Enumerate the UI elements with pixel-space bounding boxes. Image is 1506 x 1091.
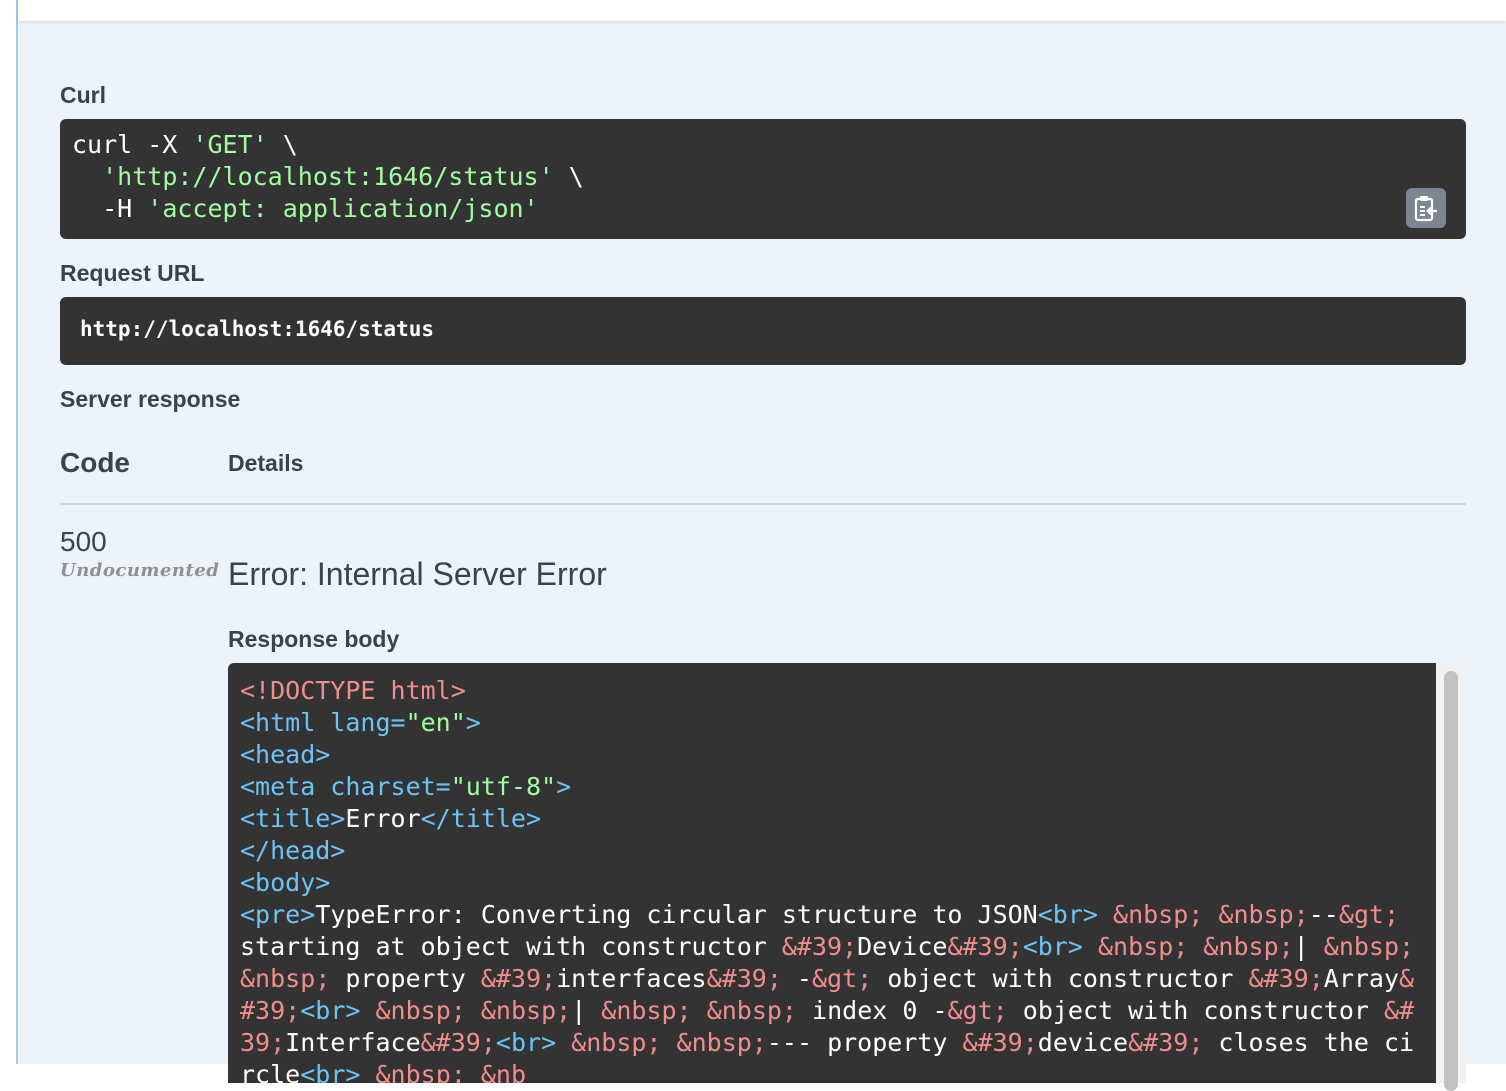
response-body-token: <br> xyxy=(1022,932,1083,961)
undocumented-note: Undocumented xyxy=(60,560,220,581)
response-body-token xyxy=(1188,932,1203,961)
response-body-token: &nbsp; xyxy=(1323,932,1415,961)
request-url-label: Request URL xyxy=(60,260,205,286)
response-body-token: <br> xyxy=(300,996,361,1025)
scrollbar-thumb[interactable] xyxy=(1444,671,1458,1091)
response-body-token: Error xyxy=(345,804,421,833)
response-body-token: Interface xyxy=(285,1028,421,1057)
error-title: Error: Internal Server Error xyxy=(228,556,607,592)
response-body-token: > xyxy=(556,772,572,801)
response-body-token: "utf-8" xyxy=(450,772,557,801)
response-body-scrollbar[interactable] xyxy=(1436,663,1466,1091)
response-body-token: &nbsp; xyxy=(676,1028,767,1057)
response-body-token xyxy=(360,996,375,1025)
curl-label: Curl xyxy=(60,82,106,108)
response-body-token xyxy=(556,1028,571,1057)
response-body-token: &nbsp; xyxy=(1113,900,1204,929)
response-body-token: &nbsp; xyxy=(571,1028,662,1057)
response-body-token: &#39; xyxy=(706,964,782,993)
response-body-token: | xyxy=(571,996,602,1025)
response-body-token: interfaces xyxy=(556,964,707,993)
response-body-token: &#39; xyxy=(947,932,1023,961)
response-body-token: <html lang= xyxy=(240,708,406,737)
response-body-token xyxy=(1083,932,1098,961)
server-response-label: Server response xyxy=(60,386,241,412)
response-body-token xyxy=(1098,900,1113,929)
response-body-token xyxy=(1414,932,1429,961)
response-body-token: &gt; xyxy=(811,964,873,993)
response-body-token: &nbsp; xyxy=(480,996,572,1025)
response-body-token: </title> xyxy=(420,804,542,833)
response-body-token: object with constructor xyxy=(872,964,1249,993)
response-body-token: > xyxy=(465,708,481,737)
response-body-token: &nbsp; xyxy=(601,996,692,1025)
response-body-token: &nbsp; xyxy=(375,996,466,1025)
response-body-text: <!DOCTYPE html> <html lang="en"> <head> … xyxy=(240,675,1422,1083)
response-body-token: &#39; xyxy=(420,1028,496,1057)
response-body-token: object with constructor xyxy=(1007,996,1385,1025)
response-body-token: index 0 - xyxy=(796,996,948,1025)
response-body-token xyxy=(1203,900,1218,929)
response-body-token: &#39; xyxy=(1248,964,1324,993)
response-body-token: <meta charset= xyxy=(240,772,451,801)
response-body-token: &nbsp; xyxy=(375,1060,466,1083)
request-url-block: http://localhost:1646/status xyxy=(60,297,1466,365)
response-body-token: &nbsp; xyxy=(1203,932,1294,961)
curl-code-block[interactable]: curl -X 'GET' \ 'http://localhost:1646/s… xyxy=(60,119,1466,239)
response-body-token: &#39; xyxy=(480,964,557,993)
response-body-token: &gt; xyxy=(947,996,1008,1025)
response-body-token: Array xyxy=(1323,964,1400,993)
response-body-token: - xyxy=(781,964,812,993)
response-body-token: </head> xyxy=(240,836,346,865)
response-body-token: <!DOCTYPE html> xyxy=(240,676,466,705)
response-body-token: device xyxy=(1037,1028,1129,1057)
response-body-token: &gt; xyxy=(1338,900,1400,929)
response-body-token: --- property xyxy=(766,1028,963,1057)
details-column-header: Details xyxy=(228,450,304,476)
response-body-token: <head> xyxy=(240,740,331,769)
response-body-token: property xyxy=(330,964,481,993)
response-body-token: &nbsp; xyxy=(706,996,797,1025)
response-body-token: <br> xyxy=(300,1060,361,1083)
response-body-token: <br> xyxy=(495,1028,557,1057)
response-body-token: &#39; xyxy=(1128,1028,1204,1057)
request-url-value: http://localhost:1646/status xyxy=(80,317,435,341)
response-body-token: TypeError: Converting circular structure… xyxy=(315,900,1038,929)
response-body-token xyxy=(466,1060,481,1083)
response-body-token: Device xyxy=(857,932,948,961)
response-body-token: <title> xyxy=(240,804,346,833)
response-body-token: &nbsp; xyxy=(1097,932,1189,961)
response-body-token: | xyxy=(1293,932,1324,961)
response-body-token xyxy=(692,996,707,1025)
response-body-token xyxy=(466,996,481,1025)
response-body-token: &#39; xyxy=(962,1028,1038,1057)
panel-header-bar xyxy=(18,0,1506,21)
copy-to-clipboard-icon xyxy=(1414,196,1437,222)
response-body-token xyxy=(360,1060,375,1083)
table-divider xyxy=(60,503,1466,505)
response-panel: Curl curl -X 'GET' \ 'http://localhost:1… xyxy=(16,0,1506,1091)
curl-command: curl -X 'GET' \ 'http://localhost:1646/s… xyxy=(72,130,584,223)
response-body-token: &#39; xyxy=(781,932,858,961)
response-body-token: <br> xyxy=(1037,900,1098,929)
response-status-code: 500 xyxy=(60,526,107,557)
response-body-token: &nb xyxy=(480,1060,527,1083)
response-body-token: &nbsp; xyxy=(1218,900,1309,929)
response-body-token: "en" xyxy=(405,708,466,737)
response-body-block[interactable]: <!DOCTYPE html> <html lang="en"> <head> … xyxy=(228,663,1466,1083)
response-body-token: -- xyxy=(1308,900,1339,929)
response-body-token: <body> xyxy=(240,868,331,897)
response-body-token xyxy=(661,1028,676,1057)
response-body-label: Response body xyxy=(228,626,400,652)
response-body-token: &nbsp; xyxy=(240,964,331,993)
copy-to-clipboard-button[interactable] xyxy=(1406,188,1446,228)
response-body-token: <pre> xyxy=(240,900,316,929)
code-column-header: Code xyxy=(60,447,130,478)
